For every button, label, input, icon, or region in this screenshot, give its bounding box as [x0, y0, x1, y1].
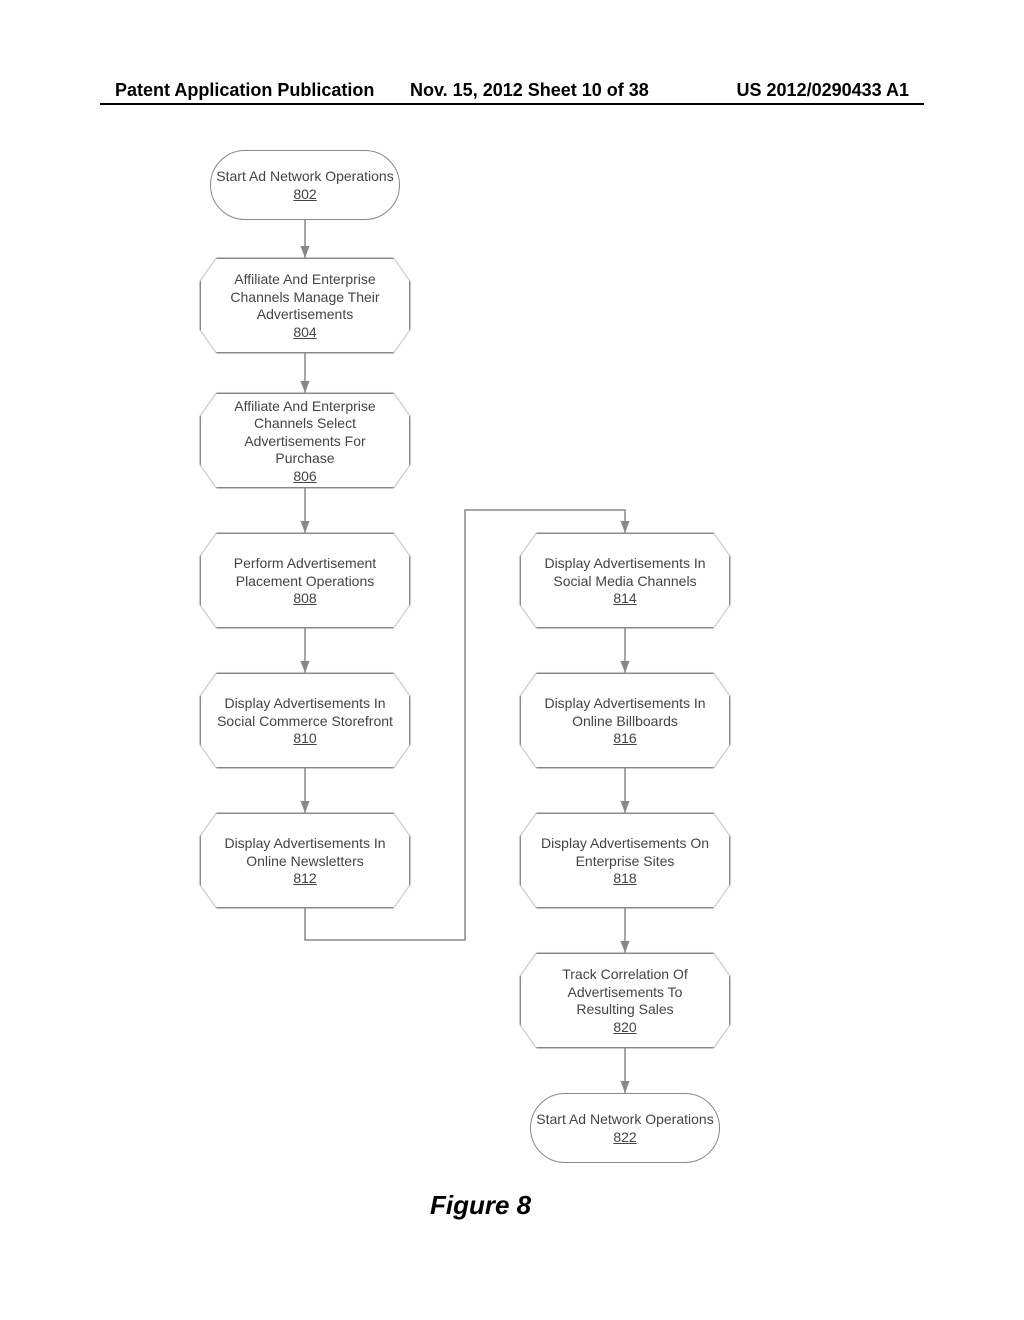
- flowchart-arrows: [0, 0, 1024, 1320]
- node-label: Track Correlation Of Advertisements To R…: [537, 966, 713, 1019]
- node-ref: 814: [613, 590, 636, 606]
- node-ref: 822: [613, 1129, 636, 1145]
- node-814: Display Advertisements In Social Media C…: [520, 533, 730, 628]
- node-804: Affiliate And Enterprise Channels Manage…: [200, 258, 410, 353]
- node-816: Display Advertisements In Online Billboa…: [520, 673, 730, 768]
- header-left: Patent Application Publication: [115, 80, 374, 101]
- header-right: US 2012/0290433 A1: [737, 80, 909, 101]
- node-820: Track Correlation Of Advertisements To R…: [520, 953, 730, 1048]
- node-end-822: Start Ad Network Operations 822: [530, 1093, 720, 1163]
- node-label: Display Advertisements On Enterprise Sit…: [537, 835, 713, 870]
- node-label: Start Ad Network Operations: [216, 168, 393, 186]
- node-ref: 820: [613, 1019, 636, 1035]
- node-812: Display Advertisements In Online Newslet…: [200, 813, 410, 908]
- node-label: Display Advertisements In Online Newslet…: [217, 835, 393, 870]
- node-label: Display Advertisements In Social Commerc…: [217, 695, 393, 730]
- node-ref: 806: [293, 468, 316, 484]
- header-middle: Nov. 15, 2012 Sheet 10 of 38: [410, 80, 649, 101]
- node-810: Display Advertisements In Social Commerc…: [200, 673, 410, 768]
- node-818: Display Advertisements On Enterprise Sit…: [520, 813, 730, 908]
- node-ref: 812: [293, 870, 316, 886]
- figure-caption: Figure 8: [430, 1190, 531, 1221]
- node-ref: 810: [293, 730, 316, 746]
- node-ref: 816: [613, 730, 636, 746]
- node-label: Perform Advertisement Placement Operatio…: [217, 555, 393, 590]
- node-ref: 804: [293, 324, 316, 340]
- header-divider: [100, 103, 924, 105]
- node-label: Affiliate And Enterprise Channels Select…: [217, 398, 393, 468]
- node-start-802: Start Ad Network Operations 802: [210, 150, 400, 220]
- node-label: Display Advertisements In Online Billboa…: [537, 695, 713, 730]
- node-ref: 802: [293, 186, 316, 202]
- node-ref: 808: [293, 590, 316, 606]
- node-label: Start Ad Network Operations: [536, 1111, 713, 1129]
- node-label: Display Advertisements In Social Media C…: [537, 555, 713, 590]
- node-808: Perform Advertisement Placement Operatio…: [200, 533, 410, 628]
- node-label: Affiliate And Enterprise Channels Manage…: [217, 271, 393, 324]
- node-806: Affiliate And Enterprise Channels Select…: [200, 393, 410, 488]
- node-ref: 818: [613, 870, 636, 886]
